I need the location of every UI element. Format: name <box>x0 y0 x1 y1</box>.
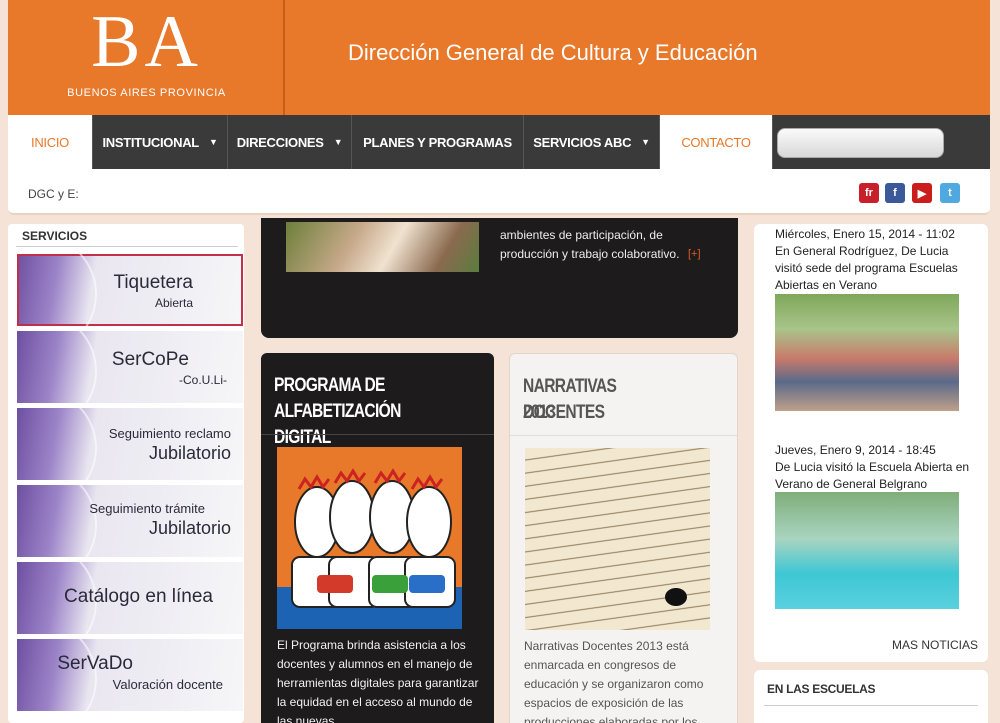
panel-body: El Programa brinda asistencia a los doce… <box>277 638 479 723</box>
main-nav: INICIO INSTITUCIONAL ▼ DIRECCIONES ▼ PLANE… <box>8 115 990 169</box>
dgc-label: DGC y E: <box>28 187 79 201</box>
site-title: Dirección General de Cultura y Educación <box>348 40 758 65</box>
nav-label: INICIO <box>31 134 69 150</box>
decorative-arc <box>17 331 97 403</box>
featured-panel: ambientes de participación, de producció… <box>261 218 738 338</box>
service-subtitle: Jubilatorio <box>148 518 231 538</box>
twitter-icon[interactable]: t <box>940 183 960 203</box>
manuscript-image[interactable] <box>525 448 710 630</box>
nav-direcciones[interactable]: DIRECCIONES ▼ <box>228 115 352 169</box>
panel-title-2[interactable]: ALFABETIZACIÓN DIGITAL <box>274 399 454 451</box>
divider <box>16 246 238 247</box>
nav-label: SERVICIOS ABC <box>533 134 632 150</box>
nav-contacto[interactable]: CONTACTO <box>660 115 773 169</box>
news-link[interactable]: De Lucia visitó la Escuela Abierta en Ve… <box>775 459 975 493</box>
more-news-link[interactable]: MAS NOTICIAS <box>892 638 978 652</box>
decorative-arc <box>17 639 97 711</box>
sidebar-title: SERVICIOS <box>22 229 88 243</box>
nav-label: CONTACTO <box>681 134 751 150</box>
divider <box>261 434 494 435</box>
inkwell-shape <box>665 588 687 606</box>
service-title: Seguimiento trámite <box>89 501 205 516</box>
friendfeed-icon[interactable]: fr <box>859 183 879 203</box>
children-illustration <box>277 468 462 629</box>
service-reclamo-jubilatorio[interactable]: Seguimiento reclamo Jubilatorio <box>17 408 243 480</box>
service-tiquetera[interactable]: Tiquetera Abierta <box>17 254 243 326</box>
escuelas-title: EN LAS ESCUELAS <box>767 682 876 696</box>
news-column: Miércoles, Enero 15, 2014 - 11:02 En Gen… <box>754 224 988 662</box>
news-photo[interactable] <box>775 492 959 609</box>
nav-servicios[interactable]: SERVICIOS ABC ▼ <box>524 115 660 169</box>
nav-institucional[interactable]: INSTITUCIONAL ▼ <box>93 115 228 169</box>
featured-text-2: producción y trabajo colaborativo. <box>500 247 680 261</box>
sub-bar: DGC y E: fr f ▶ t <box>8 169 990 215</box>
news-date: Jueves, Enero 9, 2014 - 18:45 <box>775 443 936 457</box>
service-tramite-jubilatorio[interactable]: Seguimiento trámite Jubilatorio <box>17 485 243 557</box>
service-title: SerCoPe <box>111 349 189 370</box>
narrativas-panel: NARRATIVAS DOCENTES 2013 Narrativas Doce… <box>509 353 738 723</box>
read-more-link[interactable]: [+] <box>688 245 701 264</box>
service-subtitle: -Co.U.Li- <box>178 373 227 387</box>
featured-image <box>286 222 479 272</box>
site-header: BA BUENOS AIRES PROVINCIA Dirección Gene… <box>8 0 990 115</box>
divider <box>764 705 978 706</box>
service-servado[interactable]: SerVaDo Valoración docente <box>17 639 243 711</box>
search-input[interactable] <box>777 128 944 158</box>
news-photo[interactable] <box>775 294 959 411</box>
nav-planes[interactable]: PLANES Y PROGRAMAS <box>352 115 524 169</box>
service-subtitle: Jubilatorio <box>148 443 231 463</box>
service-title: Catálogo en línea <box>64 586 213 607</box>
chevron-down-icon: ▼ <box>641 137 650 147</box>
nav-label: PLANES Y PROGRAMAS <box>363 134 512 150</box>
news-date: Miércoles, Enero 15, 2014 - 11:02 <box>775 227 955 241</box>
decorative-arc <box>17 254 97 326</box>
alfabetizacion-panel: PROGRAMA DE ALFABETIZACIÓN DIGITAL El Pr… <box>261 353 494 723</box>
youtube-icon[interactable]: ▶ <box>912 183 932 203</box>
news-link[interactable]: En General Rodríguez, De Lucia visitó se… <box>775 243 975 294</box>
service-title: Seguimiento reclamo <box>108 426 231 441</box>
nav-label: DIRECCIONES <box>236 134 324 150</box>
service-catalogo[interactable]: Catálogo en línea <box>17 562 243 634</box>
nav-label: INSTITUCIONAL <box>102 134 199 150</box>
panel-title-1[interactable]: PROGRAMA DE <box>274 373 385 399</box>
decorative-arc <box>17 408 97 480</box>
service-subtitle: Abierta <box>154 296 193 310</box>
service-title: SerVaDo <box>57 653 133 674</box>
panel-body: Narrativas Docentes 2013 está enmarcada … <box>524 639 704 723</box>
search-area <box>773 115 990 169</box>
services-sidebar: SERVICIOS Tiquetera Abierta SerCoPe -Co.… <box>8 224 244 723</box>
panel-title-2[interactable]: 2013 <box>523 400 556 426</box>
ba-logo[interactable]: BA BUENOS AIRES PROVINCIA <box>8 0 285 115</box>
logo-subtitle: BUENOS AIRES PROVINCIA <box>67 87 226 99</box>
chevron-down-icon: ▼ <box>208 137 218 147</box>
facebook-icon[interactable]: f <box>885 183 905 203</box>
chevron-down-icon: ▼ <box>333 137 343 147</box>
logo-text: BA <box>91 1 202 83</box>
service-sercope[interactable]: SerCoPe -Co.U.Li- <box>17 331 243 403</box>
escuelas-box: EN LAS ESCUELAS <box>754 670 988 723</box>
alfabetizacion-image[interactable] <box>277 447 462 629</box>
service-subtitle: Valoración docente <box>112 677 223 692</box>
decorative-arc <box>17 485 97 557</box>
featured-text-1: ambientes de participación, de <box>500 228 663 242</box>
divider <box>510 435 737 436</box>
service-title: Tiquetera <box>113 272 193 293</box>
nav-inicio[interactable]: INICIO <box>8 115 93 169</box>
